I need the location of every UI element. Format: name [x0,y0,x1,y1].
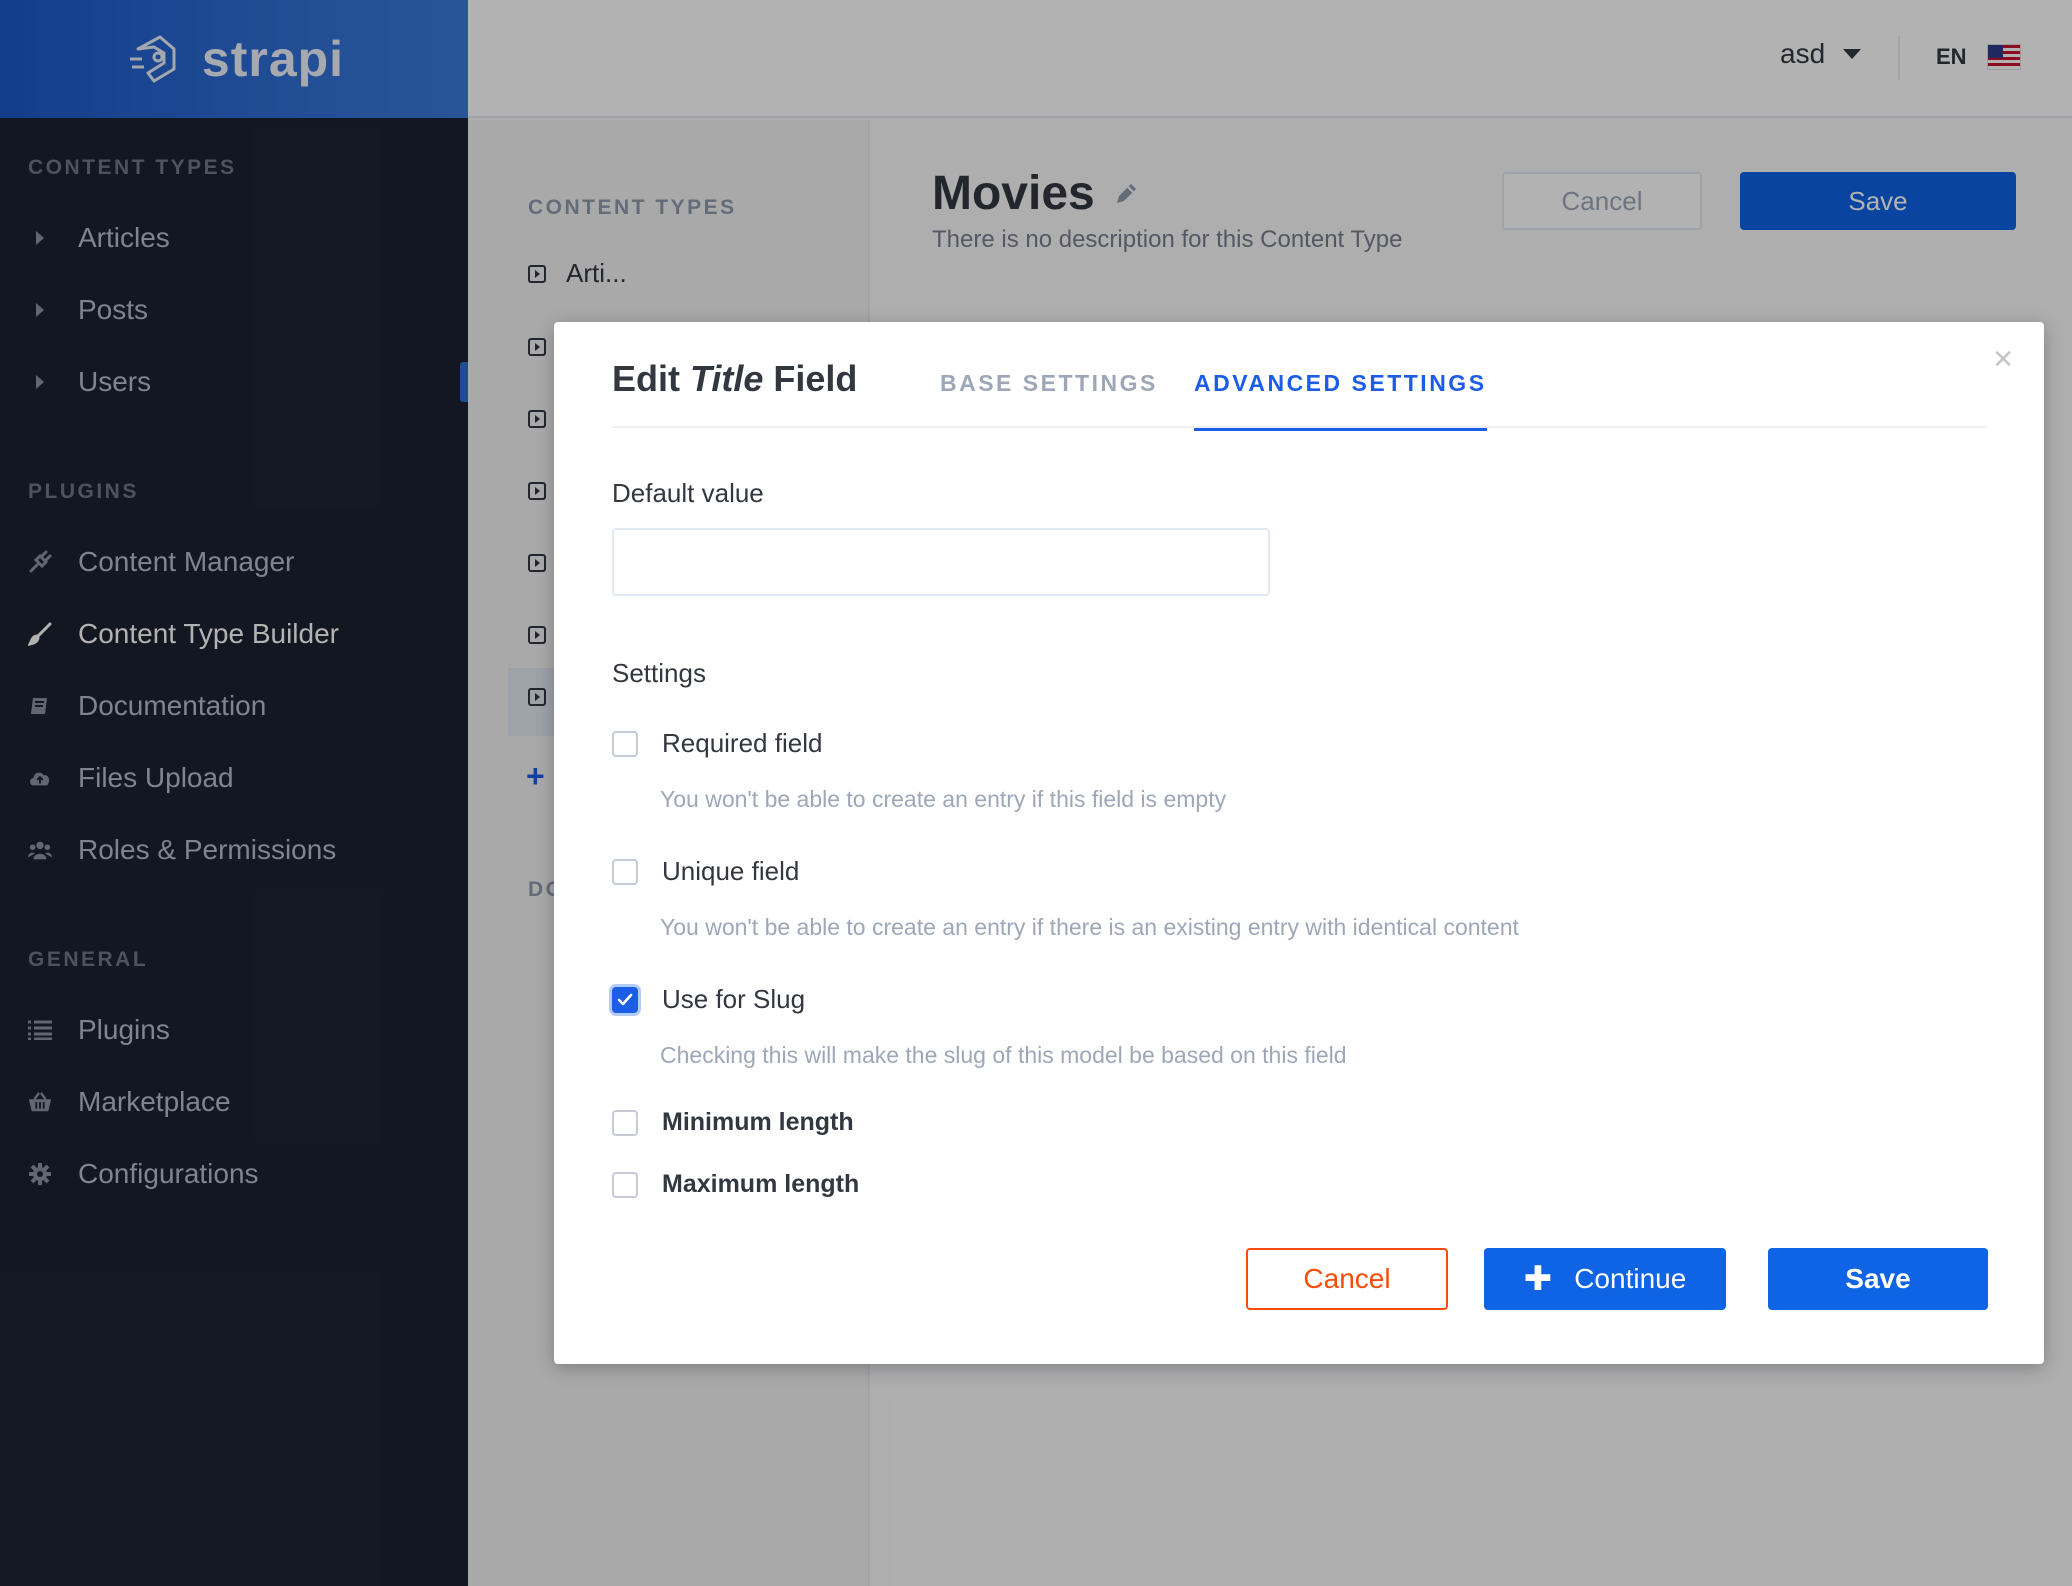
settings-label: Settings [612,658,706,688]
option-label: Unique field [662,856,800,886]
continue-label: Continue [1574,1263,1687,1294]
unique-checkbox[interactable] [612,858,638,885]
modal-save-button[interactable]: Save [1768,1248,1988,1310]
option-label: Use for Slug [662,984,806,1014]
option-label: Maximum length [662,1170,860,1198]
default-value-input[interactable] [612,528,1270,596]
continue-button[interactable]: ✚ Continue [1484,1248,1726,1310]
required-hint: You won't be able to create an entry if … [660,786,1227,812]
tab-base-settings[interactable]: BASE SETTINGS [940,370,1158,397]
modal-cancel-button[interactable]: Cancel [1246,1248,1448,1310]
modal-title-suffix: Field [763,358,858,399]
plus-icon: ✚ [1523,1260,1553,1298]
min-length-checkbox[interactable] [612,1109,638,1136]
required-field-option[interactable]: Required field [612,728,822,759]
slug-hint: Checking this will make the slug of this… [660,1042,1347,1068]
checkmark-icon [617,993,633,1005]
unique-hint: You won't be able to create an entry if … [660,914,1519,940]
option-label: Minimum length [662,1108,854,1136]
minimum-length-option[interactable]: Minimum length [612,1108,854,1137]
option-label: Required field [662,728,823,758]
maximum-length-option[interactable]: Maximum length [612,1170,859,1199]
close-icon[interactable]: ✕ [1992,344,2014,375]
max-length-checkbox[interactable] [612,1171,638,1198]
slug-checkbox[interactable] [612,986,638,1013]
required-checkbox[interactable] [612,730,638,757]
tab-advanced-settings[interactable]: ADVANCED SETTINGS [1194,370,1487,431]
edit-field-modal: ✕ Edit Title Field BASE SETTINGS ADVANCE… [554,322,2044,1364]
unique-field-option[interactable]: Unique field [612,856,799,887]
default-value-label: Default value [612,478,764,508]
modal-title-field: Title [690,358,764,399]
modal-title: Edit Title Field [612,358,857,400]
modal-title-prefix: Edit [612,358,690,399]
tabs-divider [612,426,1986,428]
use-for-slug-option[interactable]: Use for Slug [612,984,805,1015]
